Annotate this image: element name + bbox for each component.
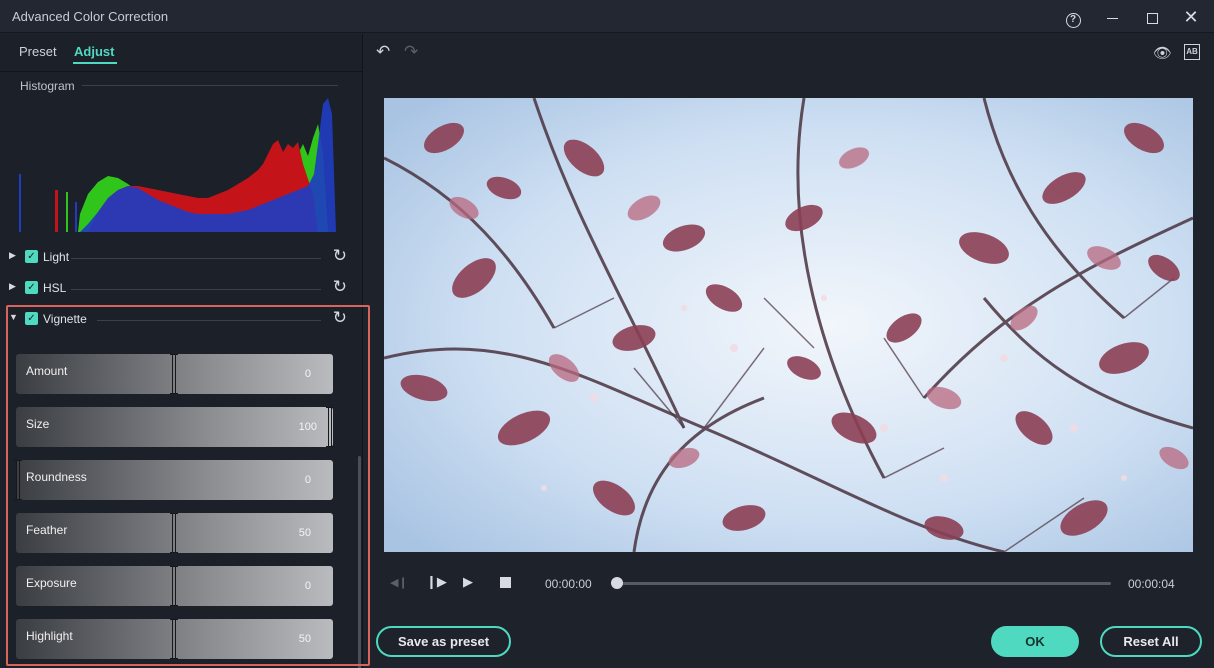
reset-all-button[interactable]: Reset All (1100, 626, 1202, 657)
histogram-divider (82, 85, 338, 86)
minimize-button[interactable] (1101, 6, 1123, 28)
tab-preset[interactable]: Preset (19, 44, 57, 59)
previous-frame-icon[interactable]: ◀❙ (390, 576, 408, 589)
slider-handle[interactable] (170, 513, 178, 553)
eye-icon[interactable]: 👁 (1153, 44, 1172, 62)
section-divider (71, 289, 321, 290)
redo-icon[interactable]: ↷ (404, 42, 418, 62)
ok-button[interactable]: OK (991, 626, 1079, 657)
panel-tabs: Preset Adjust (0, 34, 363, 72)
exposure-slider[interactable]: Exposure 0 (16, 566, 333, 606)
tab-adjust[interactable]: Adjust (74, 44, 114, 59)
maximize-icon (1146, 12, 1158, 24)
slider-handle[interactable] (170, 354, 178, 394)
window-title: Advanced Color Correction (12, 9, 169, 24)
slider-label: Highlight (26, 629, 73, 643)
slider-value[interactable]: 100 (299, 421, 317, 433)
maximize-button[interactable] (1141, 6, 1163, 28)
light-checkbox[interactable]: ✓ (25, 250, 38, 263)
slider-value[interactable]: 0 (305, 580, 311, 592)
hsl-checkbox[interactable]: ✓ (25, 281, 38, 294)
slider-value[interactable]: 50 (299, 527, 311, 539)
slider-label: Feather (26, 523, 68, 537)
highlight-slider[interactable]: Highlight 50 (16, 619, 333, 659)
slider-value[interactable]: 50 (299, 633, 311, 645)
reset-icon[interactable]: ↻ (333, 277, 347, 297)
compare-icon[interactable]: AB (1184, 44, 1200, 60)
blossom-branches-image (384, 98, 1193, 552)
slider-value[interactable]: 0 (305, 368, 311, 380)
section-light[interactable]: ▶ ✓ Light ↻ (9, 246, 349, 266)
minimize-icon (1106, 17, 1118, 19)
section-hsl[interactable]: ▶ ✓ HSL ↻ (9, 277, 349, 297)
current-time: 00:00:00 (545, 577, 592, 591)
expand-arrow-icon[interactable]: ▶ (9, 281, 16, 292)
playback-bar: ◀❙ ❙▶ ▶ 00:00:00 00:00:04 (384, 572, 1193, 594)
size-slider[interactable]: Size 100 (16, 407, 334, 447)
undo-icon[interactable]: ↶ (376, 42, 390, 62)
slider-handle[interactable] (326, 407, 334, 447)
section-divider (71, 258, 321, 259)
slider-value[interactable]: 0 (305, 474, 311, 486)
slider-handle[interactable] (170, 619, 178, 659)
close-button[interactable]: ✕ (1180, 6, 1202, 28)
expand-arrow-icon[interactable]: ▶ (9, 250, 16, 261)
active-tab-indicator (73, 62, 117, 64)
section-label: HSL (43, 281, 67, 295)
amount-slider[interactable]: Amount 0 (16, 354, 333, 394)
section-label: Light (43, 250, 70, 264)
feather-slider[interactable]: Feather 50 (16, 513, 333, 553)
reset-icon[interactable]: ↻ (333, 246, 347, 266)
roundness-slider[interactable]: Roundness 0 (14, 460, 333, 500)
help-button[interactable]: ? (1062, 6, 1084, 28)
play-icon[interactable]: ▶ (463, 574, 473, 590)
slider-label: Exposure (26, 576, 77, 590)
slider-handle[interactable] (170, 566, 178, 606)
help-icon: ? (1065, 13, 1081, 28)
total-duration: 00:00:04 (1128, 577, 1175, 591)
slider-label: Roundness (26, 470, 87, 484)
video-preview (384, 98, 1193, 552)
histogram-label: Histogram (20, 79, 75, 93)
save-as-preset-button[interactable]: Save as preset (376, 626, 511, 657)
timeline-scrubber[interactable] (611, 577, 623, 589)
play-frame-icon[interactable]: ❙▶ (426, 574, 447, 590)
timeline-track[interactable] (613, 582, 1111, 585)
title-bar: Advanced Color Correction ? ✕ (0, 0, 1214, 33)
stop-icon[interactable] (500, 577, 511, 588)
slider-handle[interactable] (14, 460, 22, 500)
slider-label: Amount (26, 364, 68, 378)
histogram-graph (19, 98, 336, 232)
slider-label: Size (26, 417, 50, 431)
